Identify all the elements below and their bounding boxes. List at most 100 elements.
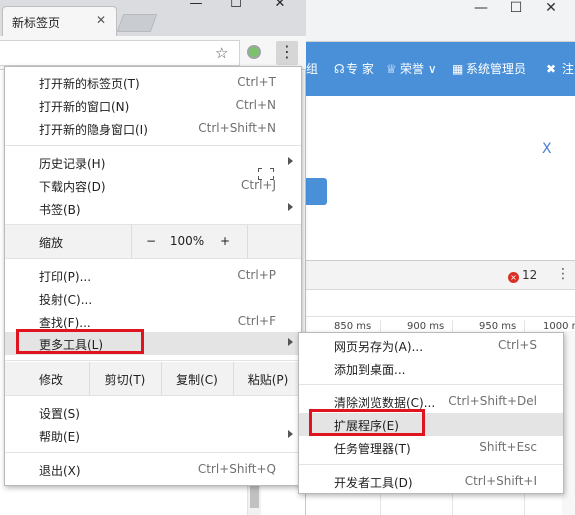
submenu-save-page[interactable]: 网页另存为(A)... Ctrl+S — [299, 334, 563, 357]
zoom-value: 100% — [169, 234, 205, 248]
menu-new-tab[interactable]: 打开新的标签页(T) Ctrl+T — [5, 71, 301, 94]
menu-shortcut: Ctrl+S — [497, 338, 537, 352]
chevron-right-icon — [288, 157, 293, 165]
app-header-bar: 组 ☊ 专 家 ♕ 荣誉 ∨ ▦ 系统管理员 ✖ 注 — [306, 42, 575, 96]
nav-group-label[interactable]: 组 — [306, 42, 318, 96]
menu-shortcut: Ctrl+Shift+N — [198, 121, 276, 135]
menu-print[interactable]: 打印(P)... Ctrl+P — [5, 264, 301, 287]
menu-shortcut: Ctrl+F — [237, 314, 276, 328]
menu-shortcut: Ctrl+Shift+Del — [448, 394, 537, 408]
menu-item-label: 添加到桌面... — [334, 363, 406, 377]
menu-new-window[interactable]: 打开新的窗口(N) Ctrl+N — [5, 94, 301, 117]
maximize-button[interactable]: ☐ — [222, 0, 250, 10]
page-blue-button[interactable] — [306, 178, 327, 205]
menu-separator — [5, 452, 301, 453]
zoom-divider — [247, 225, 248, 258]
menu-shortcut: Ctrl+Shift+I — [464, 474, 537, 488]
menu-item-label: 帮助(E) — [39, 430, 80, 444]
close-x-link[interactable]: X — [542, 141, 552, 157]
submenu-add-to-desktop[interactable]: 添加到桌面... — [299, 357, 563, 380]
submenu-task-manager[interactable]: 任务管理器(T) Shift+Esc — [299, 436, 563, 459]
menu-item-label: 投射(C)... — [39, 293, 93, 307]
menu-shortcut: Shift+Esc — [479, 440, 537, 454]
address-bar[interactable] — [0, 40, 240, 66]
menu-separator — [5, 360, 301, 361]
menu-shortcut: Ctrl+J — [241, 178, 276, 192]
menu-shortcut: Ctrl+T — [237, 75, 276, 89]
admin-icon: ▦ — [452, 62, 464, 76]
menu-edit-row: 修改 剪切(T) 复制(C) 粘贴(P) — [5, 362, 301, 395]
bg-close-button[interactable]: ✕ — [540, 0, 562, 18]
timeline-tick: 850 ms — [334, 321, 372, 332]
chevron-right-icon — [288, 338, 293, 346]
zoom-out-button[interactable]: − — [143, 234, 159, 248]
honor-icon: ♕ — [386, 62, 397, 76]
menu-settings[interactable]: 设置(S) — [5, 401, 301, 424]
nav-expert[interactable]: 专 家 — [346, 42, 374, 96]
submenu-developer-tools[interactable]: 开发者工具(D) Ctrl+Shift+I — [299, 470, 563, 493]
bg-minimize-button[interactable]: — — [470, 0, 492, 18]
minimize-button[interactable]: — — [182, 0, 210, 10]
menu-cast[interactable]: 投射(C)... — [5, 287, 301, 310]
nav-logout[interactable]: 注 — [562, 42, 574, 96]
menu-history[interactable]: 历史记录(H) — [5, 151, 301, 174]
background-titlebar — [306, 0, 575, 42]
menu-exit[interactable]: 退出(X) Ctrl+Shift+Q — [5, 458, 301, 481]
new-tab-button[interactable] — [116, 14, 158, 32]
timeline-tick: 900 ms — [407, 321, 445, 332]
zoom-divider — [131, 225, 132, 258]
edit-cut-button[interactable]: 剪切(T) — [90, 371, 160, 388]
zoom-label: 缩放 — [39, 236, 64, 250]
menu-downloads[interactable]: 下载内容(D) Ctrl+J — [5, 174, 301, 197]
chrome-main-menu: 打开新的标签页(T) Ctrl+T 打开新的窗口(N) Ctrl+N 打开新的隐… — [4, 66, 302, 486]
menu-help[interactable]: 帮助(E) — [5, 424, 301, 447]
zoom-in-button[interactable]: + — [217, 234, 233, 248]
error-icon: × — [508, 272, 519, 283]
close-window-button[interactable]: ✕ — [266, 0, 294, 10]
expert-icon: ☊ — [334, 62, 345, 76]
menu-incognito[interactable]: 打开新的隐身窗口(I) Ctrl+Shift+N — [5, 117, 301, 140]
menu-item-label: 开发者工具(D) — [334, 476, 413, 490]
menu-separator — [299, 464, 563, 465]
menu-item-label: 退出(X) — [39, 464, 81, 478]
menu-shortcut: Ctrl+Shift+Q — [197, 462, 276, 476]
nav-honor-dropdown[interactable]: 荣誉 ∨ — [400, 42, 437, 96]
close-icon[interactable]: ✕ — [96, 13, 106, 27]
highlight-extensions — [309, 409, 425, 436]
menu-separator — [5, 395, 301, 396]
fullscreen-icon[interactable] — [258, 168, 274, 180]
edit-label: 修改 — [39, 373, 64, 387]
logout-icon: ✖ — [546, 62, 557, 76]
edit-copy-button[interactable]: 复制(C) — [162, 371, 232, 388]
menu-zoom-row: 缩放 − 100% + — [5, 225, 301, 258]
devtools-more-icon[interactable]: ⋮ — [556, 266, 570, 282]
error-count: 12 — [522, 268, 538, 282]
more-vert-icon[interactable]: ⋮ — [276, 41, 298, 65]
tab-title: 新标签页 — [12, 16, 61, 30]
timeline-tick: 950 ms — [479, 321, 517, 332]
menu-item-label: 打开新的窗口(N) — [39, 100, 130, 114]
tab-new-tab-page[interactable]: 新标签页 ✕ — [2, 6, 117, 36]
menu-item-label: 打印(P)... — [39, 270, 92, 284]
menu-item-label: 设置(S) — [39, 407, 80, 421]
menu-item-label: 网页另存为(A)... — [334, 340, 424, 354]
menu-item-label: 历史记录(H) — [39, 157, 106, 171]
menu-item-label: 任务管理器(T) — [334, 442, 411, 456]
page-content — [306, 96, 575, 260]
menu-separator — [5, 258, 301, 259]
error-counter[interactable]: × 12 — [508, 268, 537, 283]
menu-shortcut: Ctrl+P — [237, 268, 276, 282]
bg-maximize-button[interactable]: ☐ — [505, 0, 527, 18]
menu-item-label: 打开新的标签页(T) — [39, 77, 140, 91]
menu-shortcut: Ctrl+N — [235, 98, 276, 112]
menu-item-label: 下载内容(D) — [39, 180, 106, 194]
menu-separator — [5, 145, 301, 146]
chevron-right-icon — [288, 203, 293, 211]
menu-separator — [299, 384, 563, 385]
star-icon[interactable]: ☆ — [215, 44, 228, 62]
extension-icon[interactable] — [247, 45, 261, 59]
menu-bookmarks[interactable]: 书签(B) — [5, 197, 301, 220]
devtools-filter-bar — [306, 290, 575, 317]
nav-system-admin[interactable]: 系统管理员 — [466, 42, 526, 96]
edit-paste-button[interactable]: 粘贴(P) — [234, 371, 302, 388]
